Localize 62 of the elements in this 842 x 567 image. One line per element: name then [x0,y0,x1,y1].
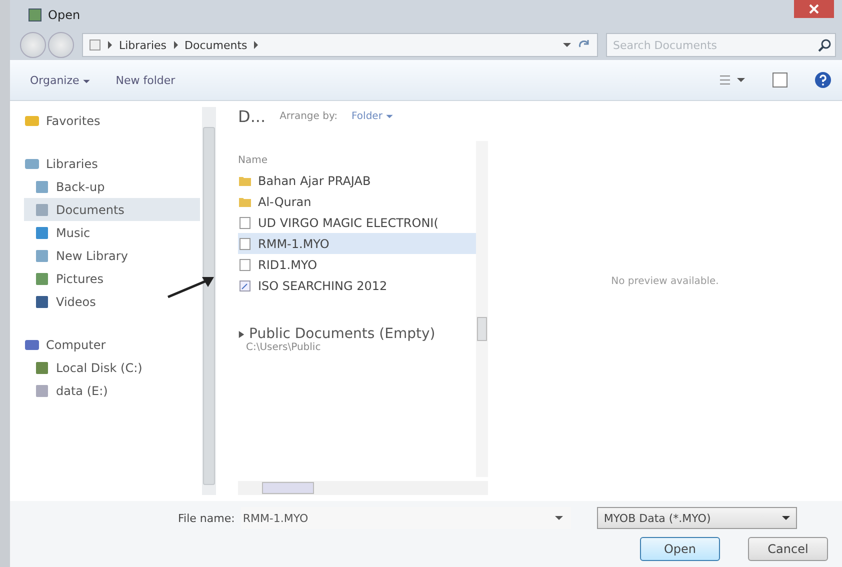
library-heading: D... [238,106,266,126]
search-icon [818,38,832,52]
chevron-icon [107,41,113,49]
arrange-label: Arrange by: [280,110,338,122]
app-icon [28,8,42,22]
file-type-dropdown[interactable]: MYOB Data (*.MYO) [596,507,797,529]
nav-item[interactable]: Documents [24,198,200,221]
search-field[interactable]: Search Documents [606,33,836,57]
scrollbar-thumb[interactable] [477,317,487,341]
file-icon [238,238,252,250]
new-folder-button[interactable]: New folder [116,74,176,86]
nav-item[interactable]: Back-up [24,175,200,198]
breadcrumb[interactable]: Documents [184,38,248,52]
nav-item[interactable]: Local Disk (C:) [24,356,200,379]
nav-item[interactable]: New Library [24,244,200,267]
expand-triangle-icon[interactable] [238,330,245,338]
scrollbar[interactable] [202,107,216,495]
window-title: Open [48,8,80,22]
back-button[interactable] [20,32,46,58]
column-header[interactable]: Name [238,155,476,166]
open-button[interactable]: Open [640,537,720,561]
view-options-icon[interactable] [718,73,746,87]
preview-pane-icon[interactable] [772,72,788,88]
caret-icon [386,114,393,118]
file-item[interactable]: ISO SEARCHING 2012 [238,275,476,296]
file-name-label: File name: [178,512,235,524]
help-icon[interactable] [814,71,832,89]
close-button[interactable] [794,0,834,18]
chevron-icon [172,41,179,49]
nav-item[interactable]: Music [24,221,200,244]
file-item[interactable]: RMM-1.MYO [238,233,476,254]
dropdown-icon [554,515,563,521]
organize-menu[interactable]: Organize [30,74,90,86]
file-item[interactable]: Al-Quran [238,191,476,212]
forward-button[interactable] [48,32,74,58]
nav-item[interactable]: Computer [24,333,200,356]
dropdown-icon [563,42,571,48]
file-item[interactable]: Bahan Ajar PRAJAB [238,170,476,191]
nav-item[interactable]: Libraries [24,152,200,175]
nav-item[interactable]: Videos [24,290,200,313]
caret-icon [82,78,90,84]
dropdown-icon [782,515,790,521]
file-icon [238,258,252,270]
nav-item[interactable]: Favorites [24,109,200,132]
chevron-icon [253,41,260,49]
close-icon [809,4,819,14]
section-path: C:\Users\Public [245,342,322,353]
scrollbar-thumb[interactable] [203,127,215,485]
section-title[interactable]: Public Documents (Empty) [249,326,436,342]
file-icon [238,216,252,228]
breadcrumb[interactable]: Libraries [119,38,167,52]
file-item[interactable]: RID1.MYO [238,254,476,275]
preview-message: No preview available. [611,276,719,286]
nav-item[interactable]: data (E:) [24,379,200,402]
scrollbar[interactable] [476,141,488,477]
shortcut-icon [238,280,252,292]
file-item[interactable]: UD VIRGO MAGIC ELECTRONI( [238,212,476,233]
horizontal-scrollbar[interactable] [238,481,488,495]
nav-item[interactable]: Pictures [24,267,200,290]
address-bar[interactable]: Libraries Documents [82,33,598,57]
scrollbar-thumb[interactable] [262,482,314,494]
cancel-button[interactable]: Cancel [748,537,828,561]
